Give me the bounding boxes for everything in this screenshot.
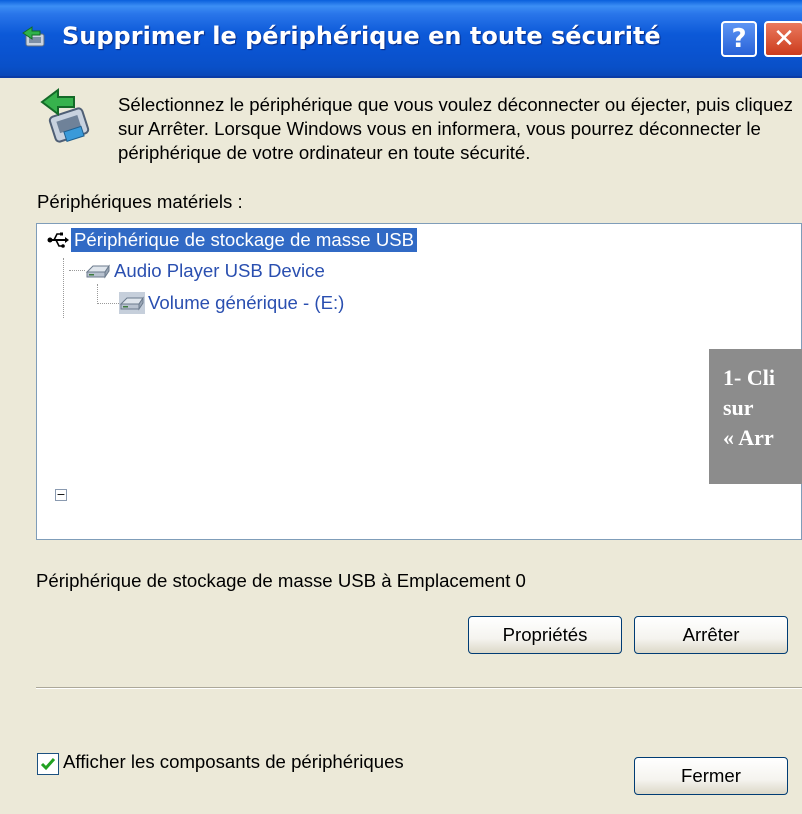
safely-remove-hardware-icon xyxy=(22,26,45,47)
device-tree[interactable]: Périphérique de stockage de masse USB − … xyxy=(36,223,802,540)
properties-button[interactable]: Propriétés xyxy=(468,616,622,654)
tree-item-generic-volume[interactable]: Volume générique - (E:) xyxy=(119,290,347,316)
tree-item-label: Audio Player USB Device xyxy=(114,260,325,281)
tree-item-label: Périphérique de stockage de masse USB xyxy=(71,228,418,252)
tree-item-label: Volume générique - (E:) xyxy=(148,292,345,313)
tree-connector xyxy=(69,270,85,271)
help-button[interactable]: ? xyxy=(721,21,757,57)
tree-item-usb-storage[interactable]: Périphérique de stockage de masse USB xyxy=(45,227,418,253)
title-bar[interactable]: Supprimer le périphérique en toute sécur… xyxy=(0,0,802,78)
window-title: Supprimer le périphérique en toute sécur… xyxy=(62,22,661,50)
safely-remove-hardware-dialog: Supprimer le périphérique en toute sécur… xyxy=(0,0,802,814)
hardware-devices-label: Périphériques matériels : xyxy=(37,191,243,212)
safely-remove-hardware-icon xyxy=(40,88,90,143)
callout-line: « Arr xyxy=(723,425,774,450)
show-components-label[interactable]: Afficher les composants de périphériques xyxy=(63,751,404,773)
separator xyxy=(36,687,802,689)
tree-connector xyxy=(63,258,64,318)
volume-icon xyxy=(119,292,145,314)
device-location-text: Périphérique de stockage de masse USB à … xyxy=(36,570,526,591)
checkmark-icon xyxy=(40,758,56,771)
disk-drive-icon xyxy=(85,264,110,279)
show-components-checkbox[interactable] xyxy=(37,753,59,775)
tree-item-audio-player[interactable]: Audio Player USB Device xyxy=(85,258,328,284)
stop-button[interactable]: Arrêter xyxy=(634,616,788,654)
tree-connector xyxy=(97,284,98,304)
callout-line: sur xyxy=(723,395,754,420)
close-window-button[interactable]: ✕ xyxy=(764,21,802,57)
collapse-toggle[interactable]: − xyxy=(55,489,67,501)
close-button[interactable]: Fermer xyxy=(634,757,788,795)
usb-icon xyxy=(46,230,70,250)
intro-text: Sélectionnez le périphérique que vous vo… xyxy=(118,94,793,163)
tree-connector xyxy=(97,303,119,304)
instruction-callout: 1- Cli sur « Arr xyxy=(709,349,802,484)
callout-line: 1- Cli xyxy=(723,365,775,390)
